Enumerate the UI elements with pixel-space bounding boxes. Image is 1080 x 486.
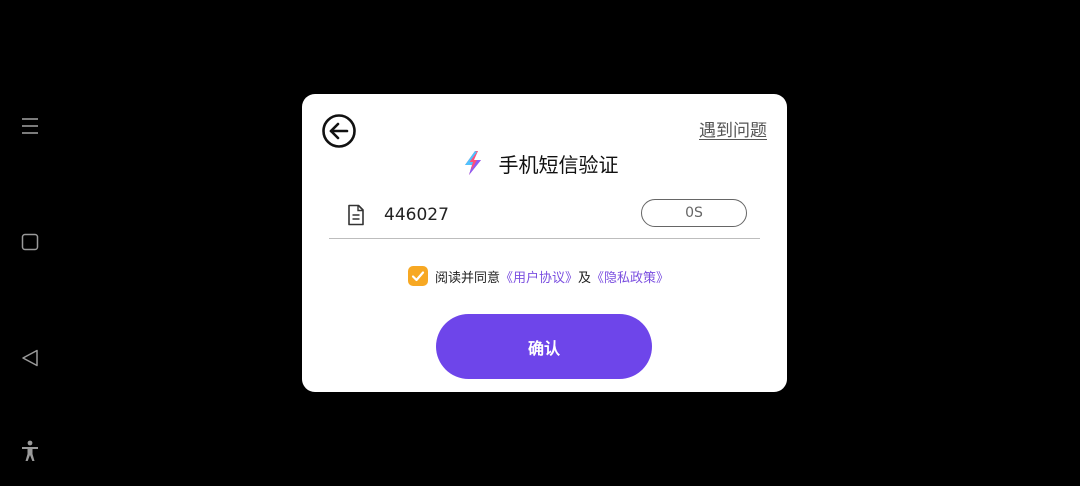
home-button[interactable] [14,226,46,258]
dialog-header: 手机短信验证 [302,146,787,180]
verification-code-input[interactable] [384,201,624,229]
arrow-left-circle-icon [322,114,356,148]
sms-verification-dialog: 遇到问题 手机短信验证 0S [302,94,787,392]
screen: 遇到问题 手机短信验证 0S [0,0,1080,486]
verification-code-field: 0S [329,194,760,239]
user-agreement-link[interactable]: 《用户协议》 [500,267,578,286]
back-button[interactable] [321,113,357,149]
system-back-button[interactable] [14,342,46,374]
menu-icon [22,118,38,134]
confirm-button[interactable]: 确认 [436,314,652,379]
resend-countdown-button[interactable]: 0S [641,199,747,227]
square-home-icon [21,233,39,251]
dialog-title: 手机短信验证 [498,152,619,177]
document-icon [348,204,364,226]
privacy-policy-link[interactable]: 《隐私政策》 [591,267,669,286]
accessibility-icon [22,440,38,461]
agree-checkbox[interactable] [407,266,428,286]
agree-prefix: 阅读并同意 [434,270,500,286]
accessibility-button[interactable] [14,435,46,467]
checkmark-icon [411,271,425,282]
system-nav-bar [0,0,60,486]
agreement-row: 阅读并同意 《用户协议》 及 《隐私政策》 [302,265,787,287]
menu-button[interactable] [14,110,46,142]
triangle-back-icon [22,349,38,367]
help-link[interactable]: 遇到问题 [699,116,767,141]
lightning-bolt-icon [464,151,481,175]
agree-and: 及 [578,270,592,286]
